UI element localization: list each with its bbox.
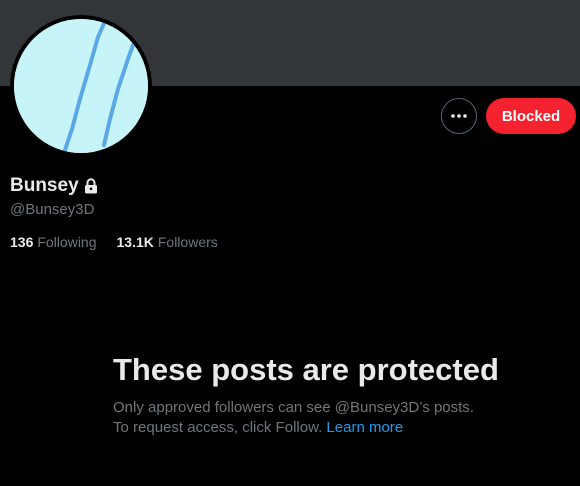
profile-handle: @Bunsey3D bbox=[10, 201, 95, 218]
lock-icon bbox=[84, 178, 98, 194]
blocked-button[interactable]: Blocked bbox=[486, 98, 576, 134]
following-label: Following bbox=[37, 234, 97, 250]
protected-description: Only approved followers can see @Bunsey3… bbox=[113, 398, 513, 438]
display-name: Bunsey bbox=[10, 175, 79, 196]
followers-label: Followers bbox=[157, 234, 218, 250]
protected-title: These posts are protected bbox=[113, 352, 499, 387]
protected-line-1: Only approved followers can see @Bunsey3… bbox=[113, 399, 474, 416]
following-count: 136 bbox=[10, 234, 34, 250]
profile-name-row: Bunsey bbox=[10, 175, 98, 197]
protected-line-2: To request access, click Follow. bbox=[113, 419, 323, 436]
more-dots-icon bbox=[451, 114, 467, 118]
followers-count: 13.1K bbox=[116, 234, 154, 250]
following-link[interactable]: 136 Following bbox=[10, 234, 97, 250]
profile-stats: 136 Following 13.1K Followers bbox=[10, 234, 218, 250]
avatar[interactable] bbox=[10, 15, 152, 157]
protected-notice: These posts are protected Only approved … bbox=[113, 352, 513, 438]
avatar-image bbox=[14, 19, 148, 153]
more-options-button[interactable] bbox=[441, 98, 477, 134]
followers-link[interactable]: 13.1K Followers bbox=[117, 234, 218, 250]
protected-line-2-row: To request access, click Follow. Learn m… bbox=[113, 418, 513, 438]
learn-more-link[interactable]: Learn more bbox=[326, 419, 403, 436]
